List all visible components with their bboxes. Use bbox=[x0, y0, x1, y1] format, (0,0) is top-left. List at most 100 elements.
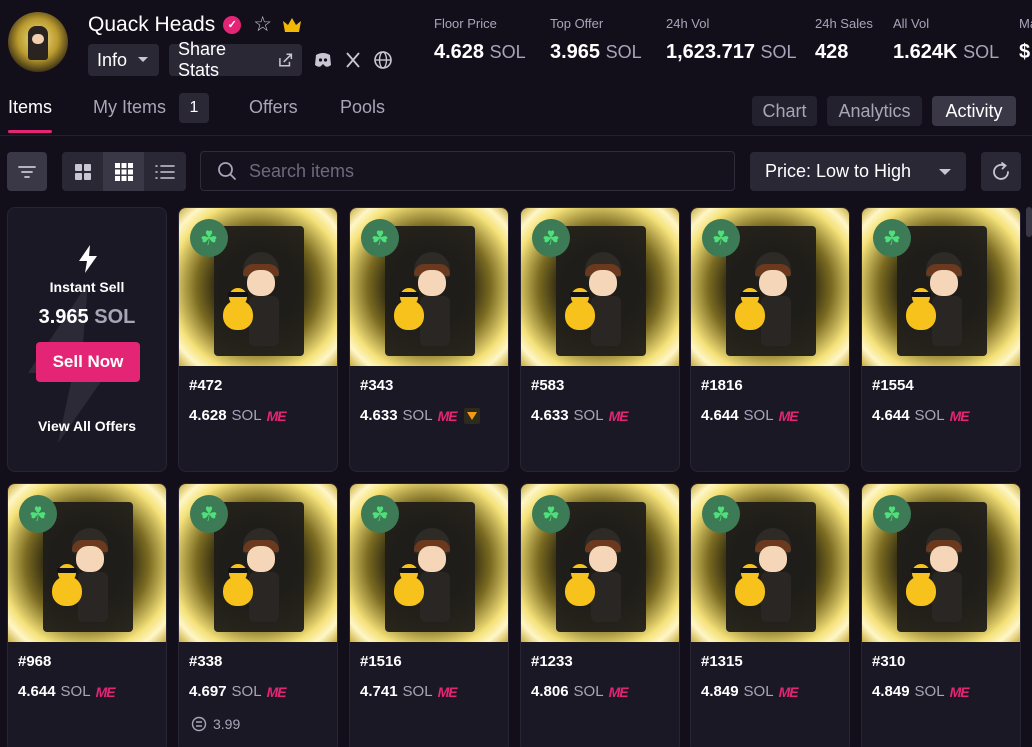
item-card[interactable]: ☘ #472 4.628 SOL ME bbox=[178, 207, 338, 472]
globe-icon[interactable] bbox=[373, 50, 393, 70]
item-price: 4.697 SOL ME bbox=[189, 683, 287, 700]
filter-button[interactable] bbox=[7, 152, 47, 191]
magic-eden-icon: ME bbox=[266, 407, 287, 424]
magic-eden-icon: ME bbox=[608, 683, 629, 700]
item-price: 4.644 SOL ME bbox=[18, 683, 116, 700]
item-price: 4.633 SOL ME bbox=[531, 407, 629, 424]
item-price: 4.849 SOL ME bbox=[701, 683, 799, 700]
scrollbar-thumb[interactable] bbox=[1026, 207, 1032, 237]
stat-value: $ bbox=[1019, 41, 1031, 63]
tab-analytics[interactable]: Analytics bbox=[827, 96, 922, 126]
stat-label: Ma bbox=[1019, 16, 1032, 31]
item-card[interactable]: ☘ #1233 4.806 SOL ME bbox=[520, 483, 680, 747]
item-card[interactable]: ☘ #310 4.849 SOL ME bbox=[861, 483, 1021, 747]
grid-small-view-button[interactable] bbox=[103, 152, 144, 191]
item-name: #1315 bbox=[701, 653, 743, 670]
stat-label: Floor Price bbox=[434, 16, 497, 31]
tab-items[interactable]: Items bbox=[8, 97, 52, 118]
clover-icon: ☘ bbox=[190, 495, 228, 533]
magic-eden-icon: ME bbox=[608, 407, 629, 424]
item-card[interactable]: ☘ #968 4.644 SOL ME bbox=[7, 483, 167, 747]
share-stats-button[interactable]: Share Stats bbox=[169, 39, 302, 80]
collection-avatar[interactable] bbox=[8, 12, 68, 72]
stat-label: All Vol bbox=[893, 16, 930, 31]
clover-icon: ☘ bbox=[532, 495, 570, 533]
clover-icon: ☘ bbox=[873, 219, 911, 257]
stat-floor-price: Floor Price 4.628 SOL bbox=[434, 16, 526, 64]
magic-eden-icon: ME bbox=[949, 683, 970, 700]
refresh-button[interactable] bbox=[981, 152, 1021, 191]
magic-eden-icon: ME bbox=[266, 683, 287, 700]
item-name: #968 bbox=[18, 653, 52, 670]
magic-eden-icon: ME bbox=[949, 407, 970, 424]
item-card[interactable]: ☘ #1554 4.644 SOL ME bbox=[861, 207, 1021, 472]
item-name: #338 bbox=[189, 653, 223, 670]
collection-name: Quack Heads bbox=[88, 12, 216, 36]
share-stats-label: Share Stats bbox=[178, 39, 227, 80]
instant-sell-card: Instant Sell 3.965 SOL Sell Now View All… bbox=[7, 207, 167, 472]
item-card[interactable]: ☘ #1315 4.849 SOL ME bbox=[690, 483, 850, 747]
tabs-divider bbox=[0, 135, 1032, 136]
item-name: #1233 bbox=[531, 653, 573, 670]
tab-activity[interactable]: Activity bbox=[932, 96, 1016, 126]
tab-my-items[interactable]: My Items bbox=[93, 97, 166, 118]
sort-dropdown[interactable]: Price: Low to High bbox=[750, 152, 966, 191]
item-card[interactable]: ☘ #1816 4.644 SOL ME bbox=[690, 207, 850, 472]
tab-offers[interactable]: Offers bbox=[249, 97, 298, 118]
chevron-down-icon bbox=[939, 168, 951, 175]
item-price: 4.741 SOL ME bbox=[360, 683, 458, 700]
stat-label: Top Offer bbox=[550, 16, 604, 31]
item-name: #583 bbox=[531, 377, 565, 394]
search-input[interactable] bbox=[249, 160, 689, 182]
star-icon[interactable]: ☆ bbox=[253, 12, 272, 37]
stat-value: 1,623.717 SOL bbox=[666, 41, 797, 63]
item-name: #1554 bbox=[872, 377, 914, 394]
pool-offer: 3.99 bbox=[191, 716, 240, 732]
stat-value: 1.624K SOL bbox=[893, 41, 1000, 63]
grid-large-view-button[interactable] bbox=[62, 152, 103, 191]
stat-all-vol: All Vol 1.624K SOL bbox=[893, 16, 999, 64]
clover-icon: ☘ bbox=[702, 495, 740, 533]
sort-selected: Price: Low to High bbox=[765, 161, 912, 181]
tab-chart[interactable]: Chart bbox=[752, 96, 817, 126]
stat-label: 24h Sales bbox=[815, 16, 873, 31]
my-items-count-badge: 1 bbox=[179, 93, 209, 123]
item-name: #310 bbox=[872, 653, 906, 670]
stat-24h-vol: 24h Vol 1,623.717 SOL bbox=[666, 16, 797, 64]
clover-icon: ☘ bbox=[702, 219, 740, 257]
item-name: #343 bbox=[360, 377, 394, 394]
item-card[interactable]: ☘ #1516 4.741 SOL ME bbox=[349, 483, 509, 747]
list-view-button[interactable] bbox=[144, 152, 186, 191]
item-name: #472 bbox=[189, 377, 223, 394]
share-icon bbox=[278, 53, 292, 67]
discord-icon[interactable] bbox=[313, 50, 333, 70]
item-price: 4.806 SOL ME bbox=[531, 683, 629, 700]
collection-title-row: Quack Heads ✓ ☆ bbox=[88, 12, 302, 37]
item-card[interactable]: ☘ #583 4.633 SOL ME bbox=[520, 207, 680, 472]
sell-now-button[interactable]: Sell Now bbox=[36, 342, 140, 382]
item-name: #1516 bbox=[360, 653, 402, 670]
search-bar bbox=[200, 151, 735, 191]
verified-icon: ✓ bbox=[223, 15, 242, 34]
item-price: 4.849 SOL ME bbox=[872, 683, 970, 700]
stat-value: 428 bbox=[815, 41, 849, 63]
clover-icon: ☘ bbox=[361, 495, 399, 533]
stat-value: 3.965 SOL bbox=[550, 41, 642, 63]
item-card[interactable]: ☘ #343 4.633 SOL ME bbox=[349, 207, 509, 472]
item-price: 4.628 SOL ME bbox=[189, 407, 287, 424]
stat-24h-sales: 24h Sales 428 bbox=[815, 16, 873, 64]
tab-pools[interactable]: Pools bbox=[340, 97, 385, 118]
clover-icon: ☘ bbox=[532, 219, 570, 257]
info-button[interactable]: Info bbox=[88, 44, 159, 76]
view-all-offers-link[interactable]: View All Offers bbox=[8, 418, 166, 434]
search-icon bbox=[218, 162, 236, 180]
bolt-icon bbox=[79, 245, 97, 273]
active-tab-indicator bbox=[8, 130, 52, 133]
tensor-icon bbox=[463, 407, 480, 424]
item-price: 4.644 SOL ME bbox=[872, 407, 970, 424]
instant-sell-title: Instant Sell bbox=[49, 279, 125, 295]
magic-eden-icon: ME bbox=[95, 683, 116, 700]
x-icon[interactable] bbox=[343, 50, 363, 70]
magic-eden-icon: ME bbox=[778, 683, 799, 700]
item-card[interactable]: ☘ #338 4.697 SOL ME 3.99 bbox=[178, 483, 338, 747]
